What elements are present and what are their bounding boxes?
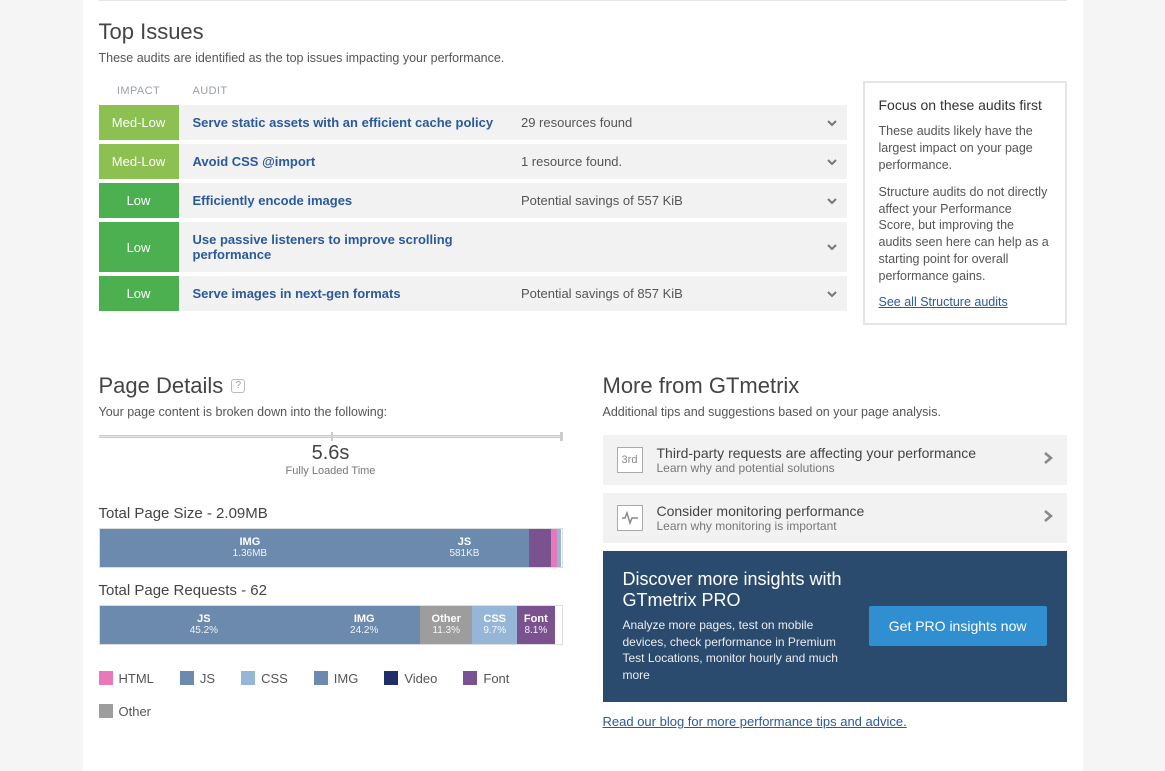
focus-title: Focus on these audits first	[879, 97, 1051, 113]
total-page-size-title: Total Page Size - 2.09MB	[99, 505, 563, 522]
more-title: More from GTmetrix	[603, 373, 1067, 399]
focus-p2: Structure audits do not directly affect …	[879, 184, 1051, 285]
chevron-right-icon	[1043, 507, 1053, 528]
help-icon[interactable]: ?	[231, 379, 245, 393]
more-item-title: Third-party requests are affecting your …	[657, 445, 1029, 461]
bar-segment: IMG1.36MB	[100, 529, 401, 567]
pro-box: Discover more insights with GTmetrix PRO…	[603, 551, 1067, 702]
more-item[interactable]: Consider monitoring performanceLearn why…	[603, 493, 1067, 543]
issue-row[interactable]: Med-Low Serve static assets with an effic…	[99, 105, 847, 140]
chevron-down-icon[interactable]	[817, 276, 847, 311]
audit-detail: Potential savings of 557 KiB	[521, 193, 803, 208]
more-item-sub: Learn why and potential solutions	[657, 461, 1029, 475]
issue-row[interactable]: Low Use passive listeners to improve scro…	[99, 222, 847, 272]
pulse-icon	[617, 505, 643, 531]
bar-segment: CSS9.7%	[472, 606, 517, 644]
bar-segment: IMG24.2%	[308, 606, 420, 644]
more-desc: Additional tips and suggestions based on…	[603, 405, 1067, 419]
audit-link[interactable]: Serve static assets with an efficient ca…	[193, 115, 521, 130]
chevron-right-icon	[1043, 449, 1053, 470]
bar-segment	[557, 529, 561, 567]
header-audit: AUDIT	[179, 85, 228, 97]
audit-link[interactable]: Avoid CSS @import	[193, 154, 521, 169]
impact-badge: Low	[99, 222, 179, 272]
pro-title: Discover more insights with GTmetrix PRO	[623, 569, 851, 611]
bar-segment: JS45.2%	[100, 606, 309, 644]
legend-item: IMG	[314, 671, 359, 686]
focus-p1: These audits likely have the largest imp…	[879, 123, 1051, 174]
issue-row[interactable]: Low Serve images in next-gen formatsPoten…	[99, 276, 847, 311]
top-issues-table: IMPACT AUDIT Med-Low Serve static assets …	[99, 81, 847, 315]
audit-link[interactable]: Efficiently encode images	[193, 193, 521, 208]
more-item-title: Consider monitoring performance	[657, 503, 1029, 519]
fully-loaded-value: 5.6s	[99, 442, 563, 465]
impact-badge: Low	[99, 183, 179, 218]
see-all-structure-link[interactable]: See all Structure audits	[879, 295, 1008, 309]
issue-row[interactable]: Med-Low Avoid CSS @import1 resource found…	[99, 144, 847, 179]
blog-link[interactable]: Read our blog for more performance tips …	[603, 714, 907, 729]
audit-detail: 1 resource found.	[521, 154, 803, 169]
bar-segment: JS581KB	[400, 529, 528, 567]
page-details-desc: Your page content is broken down into th…	[99, 405, 563, 419]
legend-item: CSS	[241, 671, 288, 686]
third-party-icon: 3rd	[617, 447, 643, 473]
bar-segment: Other11.3%	[420, 606, 472, 644]
audit-detail: Potential savings of 857 KiB	[521, 286, 803, 301]
issue-row[interactable]: Low Efficiently encode imagesPotential sa…	[99, 183, 847, 218]
chevron-down-icon[interactable]	[817, 144, 847, 179]
legend: HTML JS CSS IMG Video Font Other	[99, 671, 563, 719]
more-item-sub: Learn why monitoring is important	[657, 519, 1029, 533]
bar-segment	[529, 529, 551, 567]
top-issues-desc: These audits are identified as the top i…	[99, 51, 1067, 65]
legend-item: Font	[463, 671, 509, 686]
legend-item: Video	[384, 671, 437, 686]
pro-desc: Analyze more pages, test on mobile devic…	[623, 617, 851, 684]
timeline: 5.6s Fully Loaded Time	[99, 435, 563, 477]
bar-segment: Font8.1%	[517, 606, 554, 644]
focus-box: Focus on these audits first These audits…	[863, 81, 1067, 325]
requests-breakdown-bar: JS45.2%IMG24.2%Other11.3%CSS9.7%Font8.1%	[99, 605, 563, 645]
legend-item: HTML	[99, 671, 154, 686]
fully-loaded-label: Fully Loaded Time	[99, 465, 563, 477]
audit-link[interactable]: Serve images in next-gen formats	[193, 286, 521, 301]
get-pro-button[interactable]: Get PRO insights now	[869, 606, 1047, 646]
audit-link[interactable]: Use passive listeners to improve scrolli…	[193, 232, 521, 262]
chevron-down-icon[interactable]	[817, 222, 847, 272]
chevron-down-icon[interactable]	[817, 183, 847, 218]
more-item[interactable]: 3rd Third-party requests are affecting yo…	[603, 435, 1067, 485]
chevron-down-icon[interactable]	[817, 105, 847, 140]
impact-badge: Med-Low	[99, 105, 179, 140]
size-breakdown-bar: IMG1.36MBJS581KB	[99, 528, 563, 568]
legend-item: JS	[180, 671, 215, 686]
legend-item: Other	[99, 704, 152, 719]
total-requests-title: Total Page Requests - 62	[99, 582, 563, 599]
header-impact: IMPACT	[99, 85, 179, 97]
page-details-title: Page Details	[99, 373, 224, 399]
top-issues-title: Top Issues	[99, 19, 1067, 45]
impact-badge: Med-Low	[99, 144, 179, 179]
impact-badge: Low	[99, 276, 179, 311]
audit-detail: 29 resources found	[521, 115, 803, 130]
